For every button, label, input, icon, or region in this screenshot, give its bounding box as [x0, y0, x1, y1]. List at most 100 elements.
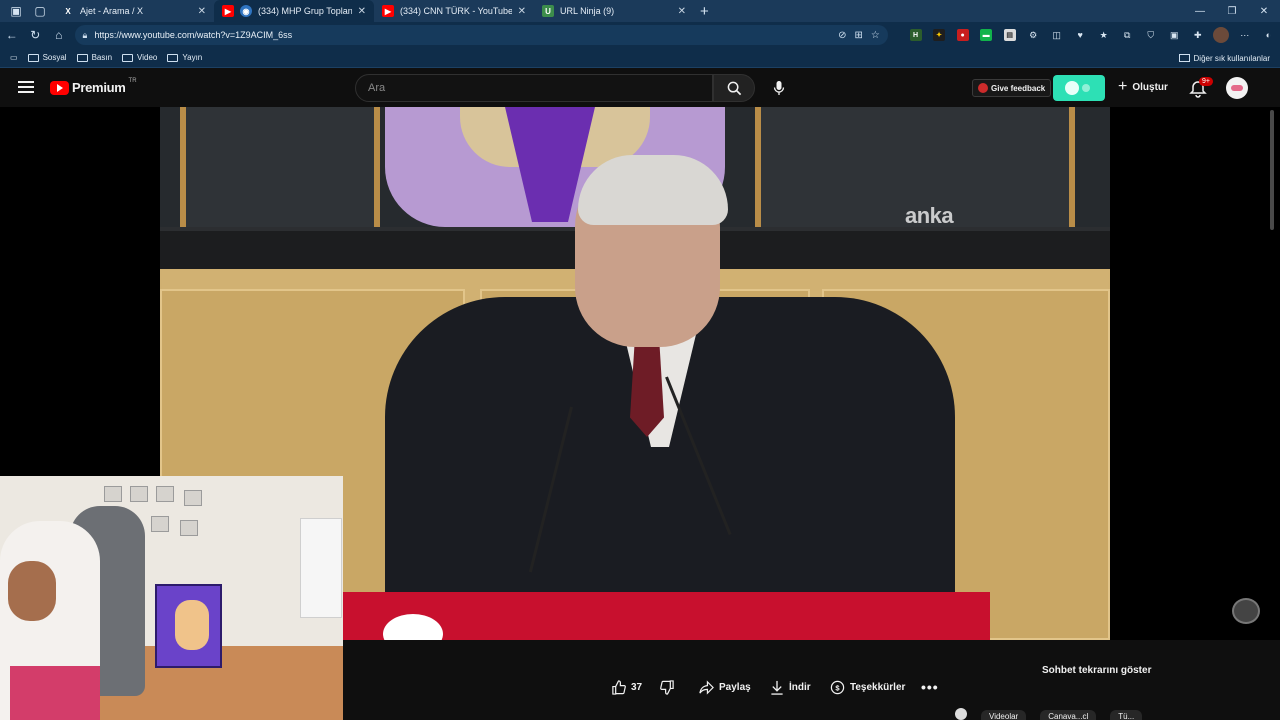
extension-toggle[interactable]: [1053, 75, 1105, 101]
account-avatar[interactable]: [1226, 77, 1248, 99]
minimize-icon[interactable]: —: [1184, 0, 1216, 22]
dislike-button[interactable]: [660, 679, 680, 695]
chip-tu[interactable]: Tü...: [1110, 710, 1143, 720]
download-button[interactable]: İndir: [770, 679, 811, 695]
video-podium: [343, 592, 990, 640]
tab-title: URL Ninja (9): [560, 6, 615, 16]
close-tab-icon[interactable]: ✕: [678, 6, 686, 17]
search-input[interactable]: [368, 82, 712, 94]
thanks-label: Teşekkürler: [850, 681, 906, 693]
favorite-star-icon[interactable]: ☆: [871, 30, 880, 41]
screenshot-icon[interactable]: ▣: [1163, 25, 1187, 45]
tab-title: (334) CNN TÜRK - YouTube: [400, 6, 512, 16]
refresh-icon[interactable]: ↻: [24, 24, 48, 46]
bookmarks-menu-icon[interactable]: ▭: [10, 53, 18, 62]
close-tab-icon[interactable]: ✕: [358, 6, 366, 17]
video-watermark: anka: [905, 203, 954, 228]
folder-icon: [1178, 54, 1190, 62]
tracking-icon[interactable]: ⊘: [838, 30, 846, 41]
thanks-button[interactable]: $ Teşekkürler: [830, 679, 905, 695]
bookmark-folder-sosyal[interactable]: Sosyal: [27, 53, 67, 62]
browser-toolbar: ← ↻ ⌂ 🔒︎ https://www.youtube.com/watch?v…: [0, 22, 1280, 48]
site-info-icon[interactable]: 🔒︎: [83, 30, 88, 41]
bookmark-folder-yayin[interactable]: Yayın: [167, 53, 202, 62]
give-feedback-button[interactable]: Give feedback: [972, 79, 1052, 97]
show-chat-replay-button[interactable]: Sohbet tekrarını göster: [1042, 665, 1151, 676]
extension-icon[interactable]: ▤: [998, 25, 1022, 45]
folder-icon: [122, 53, 134, 62]
create-label: Oluştur: [1132, 81, 1168, 93]
youtube-icon: ▶: [382, 5, 394, 17]
chip-canava[interactable]: Canava...cl: [1040, 710, 1097, 720]
download-label: İndir: [789, 681, 811, 693]
channel-watermark-icon[interactable]: [1232, 598, 1260, 624]
tab-x[interactable]: X Ajet - Arama / X ✕: [54, 0, 214, 22]
extension-icon[interactable]: ●: [951, 25, 975, 45]
bookmarks-bar: ▭ Sosyal Basın Video Yayın Diğer sık kul…: [0, 48, 1280, 68]
download-icon: [771, 680, 783, 695]
bookmark-folder-basin[interactable]: Basın: [76, 53, 112, 62]
more-menu-icon[interactable]: ⋯: [1233, 25, 1257, 45]
audio-icon[interactable]: ◉: [240, 5, 252, 17]
related-chip-bar: Videolar Canava...cl Tü...: [955, 708, 1225, 720]
new-tab-icon[interactable]: +: [700, 3, 709, 20]
search-box[interactable]: [355, 74, 713, 102]
copilot-logo-icon[interactable]: ◐: [1257, 25, 1280, 45]
extension-icon[interactable]: ▬: [974, 25, 998, 45]
more-actions-button[interactable]: •••: [921, 679, 939, 695]
thumbs-down-icon: [660, 679, 674, 695]
tab-youtube-mhp[interactable]: ▶ ◉ (334) MHP Grup Toplantısı / ✕: [214, 0, 374, 22]
bookmark-folder-video[interactable]: Video: [122, 53, 157, 62]
extension-icon[interactable]: ✦: [927, 25, 951, 45]
split-screen-icon[interactable]: ◫: [1045, 25, 1069, 45]
browser-tab-bar: ▣ ▢ X Ajet - Arama / X ✕ ▶ ◉ (334) MHP G…: [0, 0, 1280, 22]
url-text: https://www.youtube.com/watch?v=1Z9ACIM_…: [94, 30, 293, 40]
shield-icon[interactable]: ⛉: [1139, 25, 1163, 45]
performance-icon[interactable]: ♥: [1068, 25, 1092, 45]
extensions-puzzle-icon[interactable]: ⚙: [1021, 25, 1045, 45]
create-button[interactable]: + Oluştur: [1118, 79, 1168, 95]
x-logo-icon: X: [65, 6, 71, 16]
tab-youtube-cnn[interactable]: ▶ (334) CNN TÜRK - YouTube ✕: [374, 0, 534, 22]
search-button[interactable]: [713, 74, 755, 102]
home-icon[interactable]: ⌂: [47, 24, 71, 46]
tab-actions-icon[interactable]: ▢: [32, 3, 48, 19]
url-ninja-icon: U: [542, 5, 554, 17]
favorites-icon[interactable]: ★: [1092, 25, 1116, 45]
guide-menu-icon[interactable]: [18, 81, 34, 93]
other-bookmarks[interactable]: Diğer sık kullanılanlar: [1178, 48, 1270, 68]
collections-icon[interactable]: ⧉: [1115, 25, 1139, 45]
copilot-icon[interactable]: ✚: [1186, 25, 1210, 45]
tab-title: Ajet - Arama / X: [80, 6, 144, 16]
voice-search-button[interactable]: [766, 75, 792, 101]
feedback-icon: [978, 83, 988, 93]
notification-count-badge: 9+: [1199, 77, 1213, 86]
svg-text:$: $: [835, 683, 840, 692]
workspaces-icon[interactable]: ▣: [8, 3, 24, 19]
like-button[interactable]: 37: [611, 679, 642, 695]
window-controls: — ❐ ✕: [1184, 0, 1280, 22]
microphone-icon: [773, 81, 785, 95]
close-tab-icon[interactable]: ✕: [198, 6, 206, 17]
extension-icon[interactable]: H: [904, 25, 928, 45]
search-icon: [727, 81, 741, 95]
app-available-icon[interactable]: ⊞: [854, 30, 862, 41]
folder-icon: [27, 53, 39, 62]
restore-icon[interactable]: ❐: [1216, 0, 1248, 22]
close-window-icon[interactable]: ✕: [1248, 0, 1280, 22]
super-thanks-icon: $: [830, 680, 845, 694]
chip-videos[interactable]: Videolar: [981, 710, 1027, 720]
page-scrollbar[interactable]: [1270, 110, 1274, 230]
share-button[interactable]: Paylaş: [699, 679, 751, 695]
back-icon[interactable]: ←: [0, 24, 24, 46]
address-bar[interactable]: 🔒︎ https://www.youtube.com/watch?v=1Z9AC…: [74, 25, 888, 45]
like-count: 37: [631, 681, 643, 693]
profile-avatar[interactable]: [1210, 25, 1234, 45]
close-tab-icon[interactable]: ✕: [518, 6, 526, 17]
folder-icon: [76, 53, 88, 62]
chip-icon: [955, 708, 967, 720]
tab-url-ninja[interactable]: U URL Ninja (9) ✕: [534, 0, 694, 22]
more-horizontal-icon: •••: [921, 679, 939, 695]
thumbs-up-icon: [612, 679, 626, 695]
youtube-premium-logo[interactable]: Premium TR: [50, 78, 137, 95]
